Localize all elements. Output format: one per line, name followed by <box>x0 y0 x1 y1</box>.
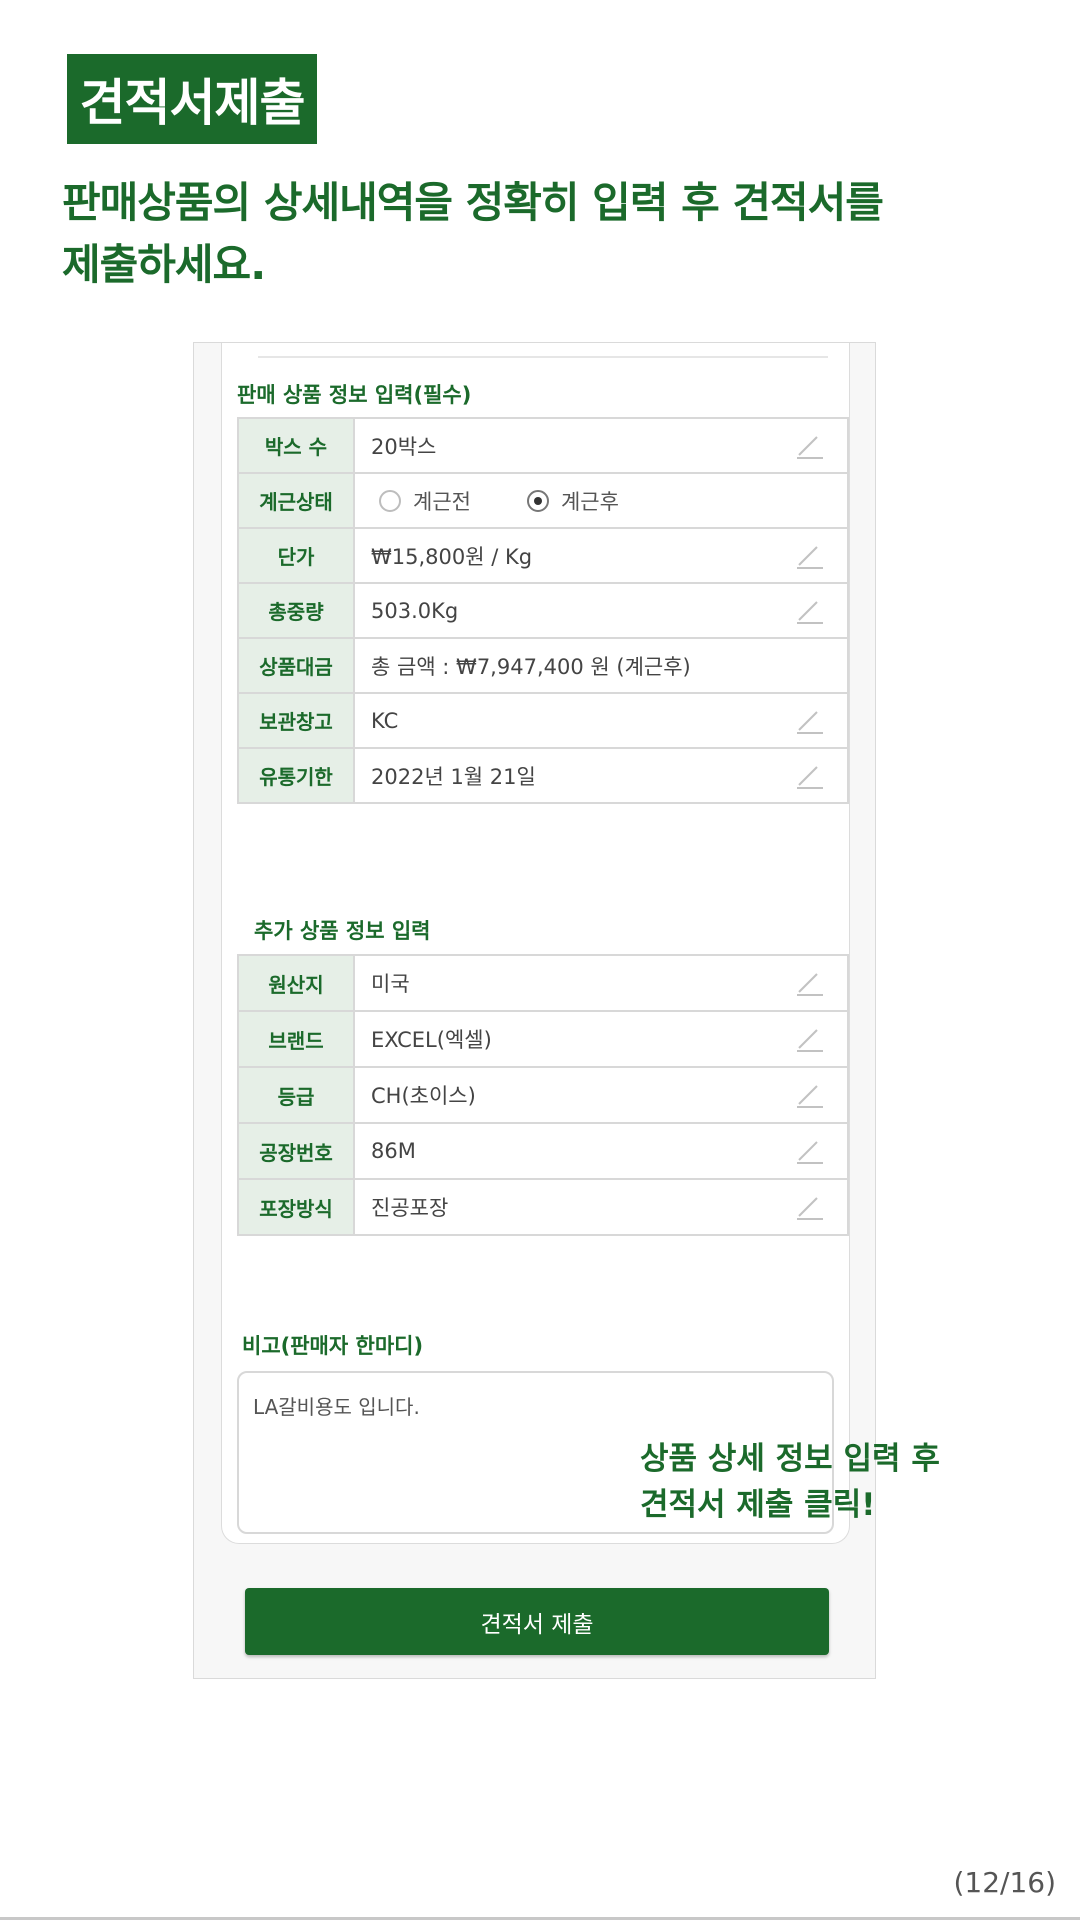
radio-checked-icon <box>526 489 549 512</box>
grade-field[interactable]: CH(초이스) <box>353 1066 849 1124</box>
page-indicator: (12/16) <box>953 1866 1056 1899</box>
row-box-count: 박스 수 20박스 <box>237 417 849 474</box>
radio-before-weighing[interactable]: 계근전 <box>371 486 471 516</box>
box-count-field[interactable]: 20박스 <box>353 417 849 474</box>
row-label: 계근상태 <box>237 472 355 529</box>
pencil-icon[interactable] <box>795 598 825 624</box>
page-title: 견적서제출 <box>67 54 317 144</box>
intro-line-2: 제출하세요. <box>62 240 266 289</box>
pencil-icon[interactable] <box>795 1082 825 1108</box>
row-label: 유통기한 <box>237 747 355 804</box>
row-total-weight: 총중량 503.0Kg <box>237 582 849 639</box>
row-label: 원산지 <box>237 954 355 1012</box>
origin-field[interactable]: 미국 <box>353 954 849 1012</box>
field-value: EXCEL(엑셀) <box>371 1028 492 1052</box>
row-label: 박스 수 <box>237 417 355 474</box>
intro-text: 판매상품의 상세내역을 정확히 입력 후 견적서를 제출하세요. <box>62 172 962 296</box>
row-label: 등급 <box>237 1066 355 1124</box>
packaging-field[interactable]: 진공포장 <box>353 1178 849 1236</box>
weighing-status-field: 계근전 계근후 <box>353 472 849 529</box>
row-expiry: 유통기한 2022년 1월 21일 <box>237 747 849 804</box>
field-value: CH(초이스) <box>371 1084 476 1108</box>
row-label: 보관창고 <box>237 692 355 749</box>
radio-after-weighing[interactable]: 계근후 <box>519 486 619 516</box>
field-value: 총 금액 : ₩7,947,400 원 (계근후) <box>371 654 691 679</box>
pencil-icon[interactable] <box>795 1026 825 1052</box>
field-value: 미국 <box>371 972 410 996</box>
row-storage: 보관창고 KC <box>237 692 849 749</box>
field-value: 진공포장 <box>371 1196 449 1220</box>
brand-field[interactable]: EXCEL(엑셀) <box>353 1010 849 1068</box>
pencil-icon[interactable] <box>795 433 825 459</box>
radio-unchecked-icon <box>379 489 401 512</box>
memo-label: 비고(판매자 한마디) <box>242 1334 424 1358</box>
unit-price-field[interactable]: ₩15,800원 / Kg <box>353 527 849 584</box>
pencil-icon[interactable] <box>795 1194 825 1220</box>
field-value: KC <box>371 708 399 733</box>
additional-section-label: 추가 상품 정보 입력 <box>254 919 431 943</box>
total-weight-field[interactable]: 503.0Kg <box>353 582 849 639</box>
row-label: 포장방식 <box>237 1178 355 1236</box>
pencil-icon[interactable] <box>795 1138 825 1164</box>
row-packaging: 포장방식 진공포장 <box>237 1178 849 1236</box>
additional-info-table: 원산지 미국 브랜드 EXCEL(엑셀) 등급 CH(초이스) 공장번호 86M… <box>237 954 849 1236</box>
row-unit-price: 단가 ₩15,800원 / Kg <box>237 527 849 584</box>
expiry-field[interactable]: 2022년 1월 21일 <box>353 747 849 804</box>
field-value: 20박스 <box>371 434 437 459</box>
row-label: 상품대금 <box>237 637 355 694</box>
row-grade: 등급 CH(초이스) <box>237 1066 849 1124</box>
radio-label: 계근전 <box>413 489 471 514</box>
factory-number-field[interactable]: 86M <box>353 1122 849 1180</box>
row-weighing-status: 계근상태 계근전 계근후 <box>237 472 849 529</box>
quote-form-card: 판매 상품 정보 입력(필수) 박스 수 20박스 계근상태 계근전 계근후 단… <box>221 343 850 1544</box>
row-factory-number: 공장번호 86M <box>237 1122 849 1180</box>
radio-label: 계근후 <box>560 489 619 514</box>
required-section-label: 판매 상품 정보 입력(필수) <box>237 383 472 407</box>
storage-field[interactable]: KC <box>353 692 849 749</box>
pencil-icon[interactable] <box>795 763 825 789</box>
required-info-table: 박스 수 20박스 계근상태 계근전 계근후 단가 ₩15,800원 / Kg … <box>237 417 849 804</box>
row-label: 공장번호 <box>237 1122 355 1180</box>
row-label: 단가 <box>237 527 355 584</box>
field-value: 86M <box>371 1139 416 1163</box>
submit-quote-button[interactable]: 견적서 제출 <box>245 1588 829 1655</box>
row-label: 총중량 <box>237 582 355 639</box>
row-label: 브랜드 <box>237 1010 355 1068</box>
radio-group: 계근전 계근후 <box>371 486 847 516</box>
product-price-field: 총 금액 : ₩7,947,400 원 (계근후) <box>353 637 849 694</box>
row-brand: 브랜드 EXCEL(엑셀) <box>237 1010 849 1068</box>
row-origin: 원산지 미국 <box>237 954 849 1012</box>
field-value: 503.0Kg <box>371 598 459 623</box>
instruction-callout: 상품 상세 정보 입력 후 견적서 제출 클릭! <box>640 1436 940 1528</box>
pencil-icon[interactable] <box>795 543 825 569</box>
callout-line-1: 상품 상세 정보 입력 후 <box>640 1441 940 1477</box>
field-value: 2022년 1월 21일 <box>371 764 536 789</box>
callout-line-2: 견적서 제출 클릭! <box>640 1487 876 1523</box>
field-value: ₩15,800원 / Kg <box>371 544 533 569</box>
pencil-icon[interactable] <box>795 970 825 996</box>
pencil-icon[interactable] <box>795 708 825 734</box>
intro-line-1: 판매상품의 상세내역을 정확히 입력 후 견적서를 <box>62 178 884 227</box>
row-product-price: 상품대금 총 금액 : ₩7,947,400 원 (계근후) <box>237 637 849 694</box>
divider <box>258 356 828 358</box>
